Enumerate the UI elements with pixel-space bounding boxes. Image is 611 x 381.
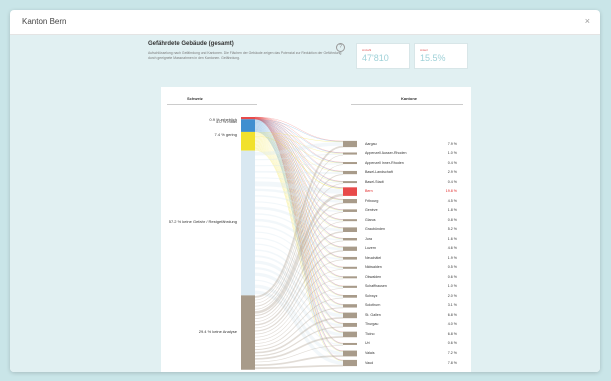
- canton-name: Luzern: [365, 246, 376, 251]
- canton-percentage: 19.8 %: [445, 189, 457, 194]
- canton-node-19[interactable]: [343, 322, 357, 327]
- canton-percentage: 1.9 %: [447, 255, 457, 260]
- canton-percentage: 4.0 %: [447, 322, 457, 327]
- category-label: 29.4 % keine Analyse: [198, 328, 237, 334]
- sankey-flow: [254, 163, 344, 167]
- modal-window: Kanton Bern × Gefährdete Gebäude (gesamt…: [10, 10, 600, 372]
- canton-name: Obwalden: [365, 274, 382, 279]
- canton-percentage: 1.0 %: [447, 284, 457, 289]
- canton-node-20[interactable]: [343, 331, 357, 338]
- canton-node-12[interactable]: [343, 256, 357, 260]
- canton-percentage: 4.6 %: [447, 246, 457, 251]
- canton-percentage: 0.5 %: [447, 265, 457, 270]
- sankey-flow: [254, 364, 344, 370]
- canton-percentage: 1.8 %: [447, 208, 457, 213]
- category-bar-4[interactable]: [241, 295, 255, 370]
- canton-name: Graubünden: [365, 227, 385, 232]
- close-icon[interactable]: ×: [585, 16, 590, 26]
- canton-node-21[interactable]: [343, 342, 357, 345]
- canton-name: Nidwalden: [365, 265, 382, 270]
- info-icon[interactable]: ?: [336, 43, 345, 52]
- canton-name: Thurgau: [365, 322, 379, 327]
- canton-name: Appenzell Inner-Rhoden: [365, 160, 404, 165]
- canton-name: Schaffhausen: [365, 284, 387, 289]
- canton-name: Ticino: [365, 331, 375, 336]
- canton-percentage: 6.8 %: [447, 312, 457, 317]
- category-bar-1[interactable]: [241, 119, 255, 132]
- canton-node-7[interactable]: [343, 209, 357, 212]
- canton-node-14[interactable]: [343, 276, 357, 279]
- canton-percentage: 4.5 %: [447, 198, 457, 203]
- canton-node-10[interactable]: [343, 237, 357, 241]
- canton-name: Valais: [365, 350, 375, 355]
- canton-percentage: 0.6 %: [447, 341, 457, 346]
- canton-name: Basel-Landschaft: [365, 170, 393, 175]
- modal-titlebar: Kanton Bern ×: [10, 10, 600, 35]
- canton-name: Jura: [365, 236, 372, 241]
- stat-count-value: 47'810: [362, 53, 389, 63]
- modal-content: Gefährdete Gebäude (gesamt) Aufschlüssel…: [10, 35, 600, 372]
- canton-node-3[interactable]: [343, 170, 357, 175]
- canton-percentage: 2.0 %: [447, 293, 457, 298]
- canton-percentage: 7.2 %: [447, 350, 457, 355]
- canton-name: Appenzell Ausser-Rhoden: [365, 151, 407, 156]
- canton-name: St. Gallen: [365, 312, 381, 317]
- stat-count-card: Anzahl 47'810: [356, 43, 410, 69]
- stat-count-label: Anzahl: [362, 48, 372, 52]
- canton-name: Basel-Stadt: [365, 179, 384, 184]
- canton-name: Neuchâtel: [365, 255, 382, 260]
- canton-percentage: 0.4 %: [447, 160, 457, 165]
- canton-node-23[interactable]: [343, 359, 357, 367]
- canton-name: Bern: [365, 189, 373, 194]
- canton-node-0[interactable]: [343, 140, 357, 148]
- canton-node-8[interactable]: [343, 219, 357, 222]
- canton-percentage: 2.9 %: [447, 170, 457, 175]
- canton-node-22[interactable]: [343, 350, 357, 357]
- canton-node-16[interactable]: [343, 294, 357, 298]
- canton-percentage: 3.1 %: [447, 303, 457, 308]
- canton-percentage: 0.4 %: [447, 179, 457, 184]
- canton-node-4[interactable]: [343, 181, 357, 184]
- category-label: 5.0 % mittel: [216, 119, 237, 125]
- canton-node-17[interactable]: [343, 304, 357, 308]
- canton-percentage: 1.6 %: [447, 236, 457, 241]
- canton-name: Schwyz: [365, 293, 378, 298]
- canton-name: Solothurn: [365, 303, 381, 308]
- canton-percentage: 1.0 %: [447, 151, 457, 156]
- canton-node-11[interactable]: [343, 246, 357, 251]
- canton-percentage: 7.8 %: [447, 360, 457, 365]
- canton-name: Genève: [365, 208, 378, 213]
- category-bar-2[interactable]: [241, 131, 255, 151]
- canton-node-18[interactable]: [343, 312, 357, 319]
- sankey-flow: [254, 170, 344, 174]
- canton-percentage: 5.2 %: [447, 227, 457, 232]
- canton-name: Fribourg: [365, 198, 379, 203]
- chart-description: Aufschlüsselung nach Gefährdung und Kant…: [148, 51, 342, 60]
- canton-node-1[interactable]: [343, 152, 357, 155]
- canton-percentage: 7.9 %: [447, 141, 457, 146]
- canton-node-6[interactable]: [343, 199, 357, 204]
- modal-title: Kanton Bern: [22, 17, 67, 26]
- canton-percentage: 6.8 %: [447, 331, 457, 336]
- category-bar-3[interactable]: [241, 150, 255, 296]
- category-bar-0[interactable]: [241, 117, 255, 120]
- canton-node-9[interactable]: [343, 227, 357, 233]
- canton-node-2[interactable]: [343, 162, 357, 165]
- sankey-panel: Schweiz Kantone 0.9 % erheblich 5.0 % mit…: [161, 87, 471, 372]
- stat-share-label: Anteil: [420, 48, 428, 52]
- stat-share-card: Anteil 15.5%: [414, 43, 468, 69]
- canton-node-5[interactable]: [343, 187, 357, 196]
- canton-node-13[interactable]: [343, 266, 357, 269]
- category-label: 57.2 % keine Gefahr / Restgefährdung: [168, 219, 237, 224]
- canton-node-15[interactable]: [343, 285, 357, 288]
- canton-percentage: 0.6 %: [447, 274, 457, 279]
- stat-share-value: 15.5%: [420, 53, 446, 63]
- canton-name: Vaud: [365, 360, 374, 365]
- canton-percentage: 0.8 %: [447, 217, 457, 222]
- canton-name: Uri: [365, 341, 370, 346]
- canton-name: Aargau: [365, 141, 377, 146]
- category-label: 7.4 % gering: [214, 131, 237, 137]
- canton-name: Glarus: [365, 217, 376, 222]
